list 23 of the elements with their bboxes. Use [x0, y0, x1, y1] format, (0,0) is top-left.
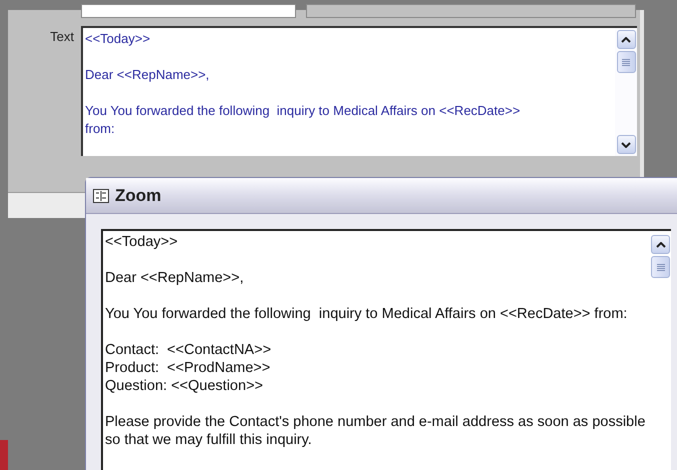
text-line: You You forwarded the following inquiry to Medical Affairs on <<RecDate>> from:	[105, 305, 628, 323]
zoom-text-field[interactable]	[101, 229, 671, 470]
field-label: Text	[49, 28, 75, 46]
scroll-thumb[interactable]	[651, 256, 670, 278]
text-line: Contact: <<ContactNA>>	[105, 341, 272, 359]
scroll-thumb[interactable]	[616, 51, 636, 73]
input-field[interactable]	[81, 4, 296, 18]
text-line: Dear <<RepName>>,	[85, 66, 210, 84]
input-field[interactable]	[306, 4, 636, 18]
scroll-down-button[interactable]	[616, 135, 636, 154]
window-edge	[0, 440, 8, 470]
text-line: Dear <<RepName>>,	[105, 269, 245, 287]
dialog-title: Zoom	[115, 184, 162, 207]
scroll-up-button[interactable]	[651, 235, 670, 254]
text-line: <<Today>>	[105, 233, 179, 251]
text-line: Please provide the Contact's phone number and e-mail address as soon as possible so that we may fulfill this inquiry.	[105, 413, 646, 449]
text-line: Product: <<ProdName>>	[105, 359, 272, 377]
text-field[interactable]: <<Today>> Dear <<RepName>>, You You forwarded the following inquiry to Medical Affairs on <<RecDate>> from:	[81, 26, 637, 156]
form-icon	[93, 188, 109, 202]
text-line: You You forwarded the following inquiry to Medical Affairs on <<RecDate>> from:	[85, 102, 522, 138]
text-line: <<Today>>	[85, 30, 152, 48]
scroll-up-button[interactable]	[616, 30, 636, 49]
text-line: Question: <<Question>>	[105, 377, 264, 395]
